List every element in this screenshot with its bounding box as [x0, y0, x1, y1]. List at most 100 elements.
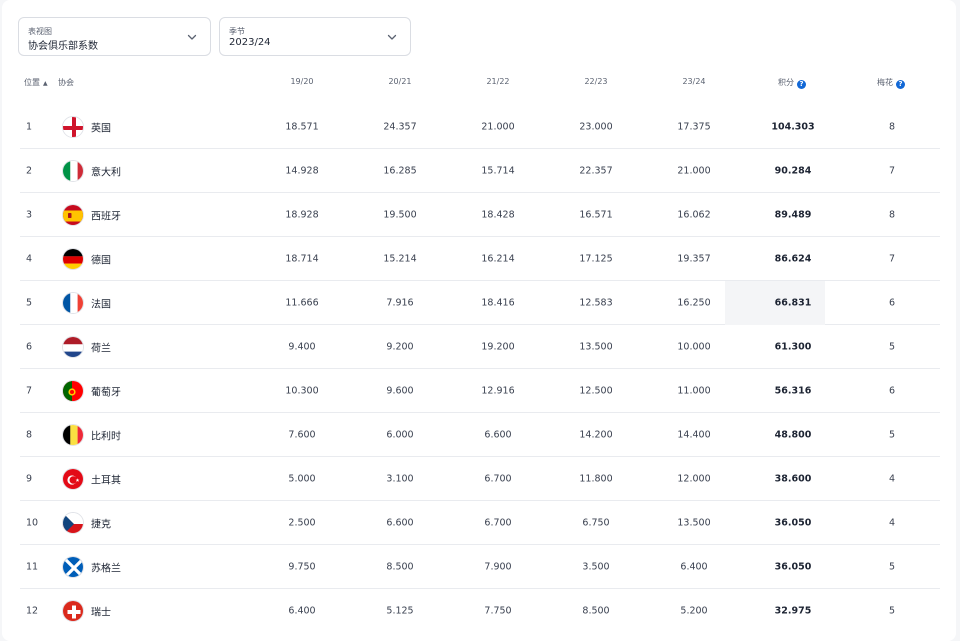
turkey-flag-icon — [62, 468, 84, 490]
season-19-20-value: 6.400 — [288, 605, 316, 617]
country-name[interactable]: 土耳其 — [91, 471, 121, 486]
season-21-22-value: 12.916 — [481, 385, 515, 396]
netherlands-flag-icon — [62, 336, 84, 358]
season-22-23-value: 12.583 — [579, 297, 613, 308]
sort-ascending-icon: ▲ — [43, 80, 48, 87]
season-21-22-value: 6.700 — [484, 517, 512, 528]
season-21-22-value: 18.416 — [481, 297, 515, 308]
column-header-clubs[interactable]: 梅花? — [877, 77, 905, 89]
country-name[interactable]: 比利时 — [91, 427, 121, 442]
country-name[interactable]: 法国 — [91, 295, 111, 310]
table-row[interactable]: 5 法国 11.666 7.916 18.416 12.583 16.250 66.831 6 — [20, 281, 940, 325]
rank-value: 3 — [26, 209, 33, 220]
rank-value: 7 — [26, 385, 33, 396]
season-21-22-value: 21.000 — [481, 121, 515, 132]
season-20-21-value: 6.600 — [386, 517, 414, 528]
column-header-20-21[interactable]: 20/21 — [388, 77, 411, 86]
season-20-21-value: 15.214 — [383, 253, 417, 264]
season-20-21-value: 5.125 — [386, 605, 414, 617]
season-19-20-value: 2.500 — [288, 517, 316, 528]
table-row[interactable]: 3 西班牙 18.928 19.500 18.428 16.571 16.062 89.489… — [20, 193, 940, 237]
season-22-23-value: 17.125 — [579, 253, 613, 264]
clubs-value: 4 — [888, 473, 896, 484]
season-23-24-value: 14.400 — [677, 429, 711, 440]
table-row[interactable]: 11 苏格兰 9.750 8.500 7.900 3.500 6.400 36.050 5 — [20, 545, 940, 589]
germany-flag-icon — [62, 248, 84, 270]
season-22-23-value: 11.800 — [579, 473, 613, 484]
column-header-association-label: 协会 — [58, 78, 74, 87]
country-name[interactable]: 捷克 — [91, 515, 111, 530]
season-22-23-value: 6.750 — [582, 517, 610, 528]
rank-value: 8 — [26, 429, 33, 440]
season-21-22-value: 7.750 — [484, 605, 512, 617]
season-20-21-value: 19.500 — [383, 209, 417, 220]
season-19-20-value: 9.400 — [288, 341, 316, 352]
season-19-20-value: 5.000 — [288, 473, 316, 484]
season-23-24-value: 16.250 — [677, 297, 711, 308]
country-name[interactable]: 德国 — [91, 251, 111, 266]
points-value: 38.600 — [774, 473, 812, 484]
country-name[interactable]: 意大利 — [91, 163, 121, 178]
season-19-20-value: 10.300 — [285, 385, 319, 396]
table-row[interactable]: 6 荷兰 9.400 9.200 19.200 13.500 10.000 61.300 5 — [20, 325, 940, 369]
table-row[interactable]: 12 瑞士 6.400 5.125 7.750 8.500 5.200 32.975 5 — [20, 589, 940, 633]
table-row[interactable]: 7 葡萄牙 10.300 9.600 12.916 12.500 11.000 56.316 6 — [20, 369, 940, 413]
column-header-rank[interactable]: 位置 ▲ — [24, 77, 48, 88]
season-22-23-value: 13.500 — [579, 341, 613, 352]
rank-value: 2 — [26, 165, 33, 176]
table-row[interactable]: 10 捷克 2.500 6.600 6.700 6.750 13.500 36.050 4 — [20, 501, 940, 545]
column-header-points[interactable]: 积分? — [778, 77, 806, 89]
country-name[interactable]: 英国 — [91, 119, 111, 134]
rankings-card: 表视图 协会俱乐部系数 季节 2023/24 位置 ▲ 协会 19/20 20/2… — [2, 0, 956, 641]
season-23-24-value: 19.357 — [677, 253, 711, 264]
season-20-21-value: 9.200 — [386, 341, 414, 352]
points-value: 36.050 — [774, 561, 812, 572]
season-21-22-value: 18.428 — [481, 209, 515, 220]
clubs-value: 6 — [888, 385, 896, 396]
country-name[interactable]: 荷兰 — [91, 339, 111, 354]
rank-value: 10 — [26, 517, 39, 528]
season-23-24-value: 5.200 — [680, 605, 708, 617]
info-icon[interactable]: ? — [896, 80, 905, 89]
season-19-20-value: 18.928 — [285, 209, 319, 220]
season-20-21-value: 3.100 — [386, 473, 414, 484]
czechia-flag-icon — [62, 512, 84, 534]
country-name[interactable]: 苏格兰 — [91, 559, 121, 574]
info-icon[interactable]: ? — [797, 80, 806, 89]
column-header-association[interactable]: 协会 — [58, 77, 74, 88]
season-20-21-value: 16.285 — [383, 165, 417, 176]
season-dropdown-label: 季节 — [229, 27, 245, 36]
rank-value: 6 — [26, 341, 33, 352]
chevron-down-icon — [387, 34, 397, 40]
column-header-22-23[interactable]: 22/23 — [584, 77, 607, 86]
season-22-23-value: 3.500 — [582, 561, 610, 572]
column-header-21-22[interactable]: 21/22 — [486, 77, 509, 86]
country-name[interactable]: 西班牙 — [91, 207, 121, 222]
belgium-flag-icon — [62, 424, 84, 446]
rank-value: 4 — [26, 253, 33, 264]
view-dropdown[interactable]: 表视图 协会俱乐部系数 — [18, 17, 211, 56]
country-name[interactable]: 葡萄牙 — [91, 383, 121, 398]
season-23-24-value: 6.400 — [680, 561, 708, 572]
rank-value: 12 — [26, 605, 39, 617]
england-flag-icon — [62, 116, 84, 138]
points-value: 36.050 — [774, 517, 812, 528]
table-row[interactable]: 1 英国 18.571 24.357 21.000 23.000 17.375 104.303… — [20, 105, 940, 149]
points-value: 56.316 — [774, 385, 812, 396]
season-23-24-value: 10.000 — [677, 341, 711, 352]
table-row[interactable]: 2 意大利 14.928 16.285 15.714 22.357 21.000 90.284… — [20, 149, 940, 193]
view-dropdown-label: 表视图 — [28, 27, 52, 36]
country-name[interactable]: 瑞士 — [91, 604, 111, 619]
column-header-20-21-label: 20/21 — [388, 77, 412, 86]
column-header-19-20[interactable]: 19/20 — [290, 77, 313, 86]
table-row[interactable]: 8 比利时 7.600 6.000 6.600 14.200 14.400 48.800 5 — [20, 413, 940, 457]
season-21-22-value: 7.900 — [484, 561, 512, 572]
clubs-value: 6 — [888, 297, 896, 308]
table-row[interactable]: 9 土耳其 5.000 3.100 6.700 11.800 12.000 38.600 4 — [20, 457, 940, 501]
table-row[interactable]: 4 德国 18.714 15.214 16.214 17.125 19.357 86.624 7 — [20, 237, 940, 281]
clubs-value: 7 — [888, 165, 896, 176]
season-dropdown[interactable]: 季节 2023/24 — [219, 17, 411, 56]
column-header-23-24[interactable]: 23/24 — [682, 77, 705, 86]
rank-value: 9 — [26, 473, 33, 484]
rank-value: 11 — [26, 561, 39, 572]
